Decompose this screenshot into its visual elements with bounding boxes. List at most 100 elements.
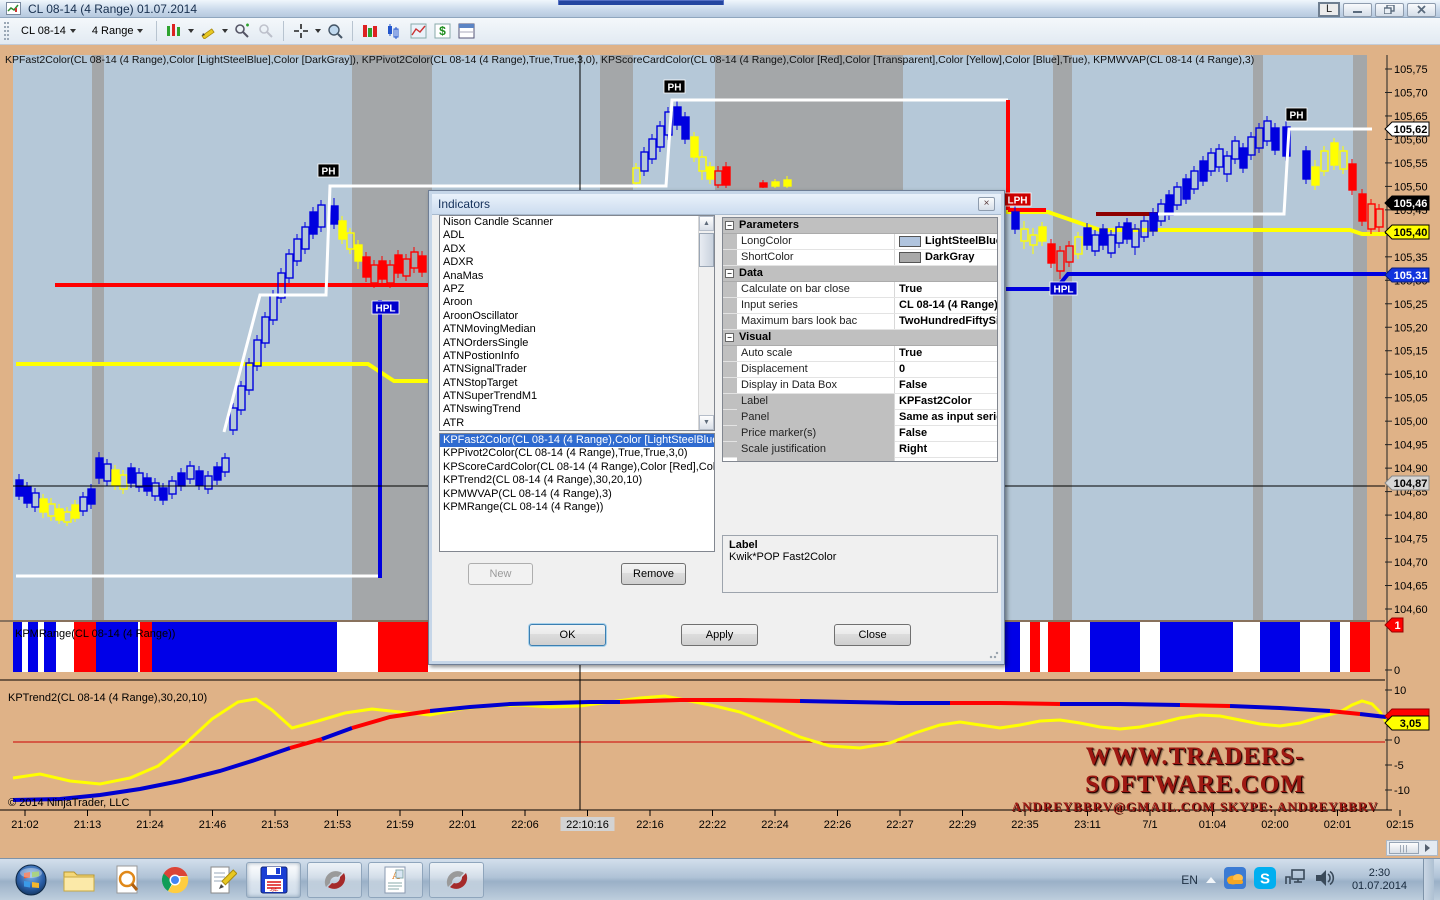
property-value[interactable]: 0 [895,362,997,377]
property-value[interactable]: True [895,346,997,361]
collapse-icon[interactable]: − [725,333,734,342]
available-indicator-item[interactable]: ATR [440,417,714,430]
search-icon[interactable] [110,863,144,897]
scrollbar-thumb[interactable] [699,233,714,267]
explorer-icon[interactable] [62,863,96,897]
close-window-button[interactable] [1407,3,1436,17]
available-indicator-item[interactable]: ATNswingTrend [440,403,714,416]
resize-grip[interactable] [989,649,999,659]
l-button[interactable]: L [1318,2,1340,17]
candles-icon[interactable] [384,21,404,41]
available-indicator-item[interactable]: ADXR [440,256,714,269]
language-indicator[interactable]: EN [1181,873,1198,887]
available-indicator-item[interactable]: AnaMas [440,270,714,283]
property-row[interactable]: LabelKPFast2Color [723,394,997,410]
pencil-icon[interactable] [198,21,218,41]
horizontal-scrollbar[interactable]: ||| [1386,840,1438,856]
dollar-icon[interactable]: $ [432,21,452,41]
property-value[interactable]: DarkGray [895,250,997,265]
property-row[interactable]: Maximum bars look bacTwoHundredFiftySix [723,314,997,330]
crosshair-icon[interactable] [291,21,311,41]
restore-button[interactable] [1375,3,1404,17]
window-titlebar[interactable]: CL 08-14 (4 Range) 01.07.2014 L [0,0,1440,18]
remove-button[interactable]: Remove [621,563,686,585]
available-indicator-item[interactable]: ATNPostionInfo [440,350,714,363]
selected-indicator-item[interactable]: KPFast2Color(CL 08-14 (4 Range),Color [L… [440,434,714,447]
scroll-up-icon[interactable]: ▲ [699,216,714,231]
property-row[interactable]: Scale justificationRight [723,442,997,458]
dialog-close-button[interactable]: × [978,197,995,211]
property-row[interactable]: Auto scaleTrue [723,346,997,362]
property-row[interactable]: PanelSame as input series [723,410,997,426]
close-button[interactable]: Close [834,624,911,646]
available-indicator-item[interactable]: ATNStopTarget [440,377,714,390]
scrollbar-thumb[interactable]: ||| [1389,842,1419,854]
dialog-titlebar[interactable]: Indicators × [432,194,1001,215]
collapse-icon[interactable]: − [725,269,734,278]
scorecard-icon[interactable] [360,21,380,41]
available-indicator-item[interactable]: ATNSignalTrader [440,363,714,376]
property-value[interactable]: False [895,378,997,393]
indicator-available-list[interactable]: Nison Candle ScannerADLADXADXRAnaMasAPZA… [439,215,715,431]
property-grid[interactable]: −ParametersLongColorLightSteelBlueShortC… [722,217,998,462]
region-icon[interactable] [408,21,428,41]
available-indicator-item[interactable]: ATNMovingMedian [440,323,714,336]
property-row[interactable]: Calculate on bar closeTrue [723,282,997,298]
background-window-tab[interactable] [558,0,724,5]
available-indicator-item[interactable]: Nison Candle Scanner [440,216,714,229]
property-category[interactable]: −Data [723,266,997,282]
chart-area[interactable]: PHPHPHLPHHPLHPL105,75105,70105,65105,601… [0,45,1440,858]
chevron-down-icon[interactable] [222,29,228,33]
selected-indicator-item[interactable]: KPMRange(CL 08-14 (4 Range)) [440,501,714,514]
available-indicator-item[interactable]: APZ [440,283,714,296]
available-list-scrollbar[interactable]: ▲ ▼ [698,216,714,430]
instrument-dropdown[interactable]: CL 08-14 [15,22,82,40]
scroll-right-icon[interactable] [1425,844,1430,852]
panel-icon[interactable] [456,21,476,41]
property-category[interactable]: −Visual [723,330,997,346]
selected-indicator-item[interactable]: KPMWVAP(CL 08-14 (4 Range),3) [440,488,714,501]
network-icon[interactable] [1284,868,1306,891]
chevron-down-icon[interactable] [188,29,194,33]
property-row[interactable]: Displacement0 [723,362,997,378]
chevron-down-icon[interactable] [315,29,321,33]
available-indicator-item[interactable]: ATNSuperTrendM1 [440,390,714,403]
available-indicator-item[interactable]: ATNOrdersSingle [440,337,714,350]
hidden-icons-arrow-icon[interactable] [1206,877,1216,883]
clock[interactable]: 2:30 01.07.2014 [1344,867,1415,893]
scroll-down-icon[interactable]: ▼ [699,415,714,430]
taskbar-app-ninjatrader[interactable] [307,862,362,898]
chart-style-icon[interactable] [164,21,184,41]
indicator-selected-list[interactable]: KPFast2Color(CL 08-14 (4 Range),Color [L… [439,433,715,552]
property-value[interactable]: LightSteelBlue [895,234,997,249]
available-indicator-item[interactable]: AroonOscillator [440,310,714,323]
skype-icon[interactable]: S [1254,867,1276,892]
apply-button[interactable]: Apply [681,624,758,646]
available-indicator-item[interactable]: Aroon [440,296,714,309]
property-row[interactable]: ShortColorDarkGray [723,250,997,266]
property-row[interactable]: Input seriesCL 08-14 (4 Range) [723,298,997,314]
taskbar-app-floppy[interactable]: -64- [246,862,301,898]
new-button[interactable]: New [468,563,533,585]
zoom-in-icon[interactable] [232,21,252,41]
start-button[interactable] [14,863,48,897]
ok-button[interactable]: OK [529,624,606,646]
cloud-icon[interactable] [1224,867,1246,892]
zoom-window-icon[interactable] [325,21,345,41]
available-indicator-item[interactable]: ADL [440,229,714,242]
chrome-icon[interactable] [158,863,192,897]
property-value[interactable]: True [895,282,997,297]
period-dropdown[interactable]: 4 Range [86,22,150,40]
notepad-icon[interactable] [206,863,240,897]
show-desktop-button[interactable] [1423,859,1434,900]
taskbar-app-ninjatrader2[interactable] [429,862,484,898]
volume-icon[interactable] [1314,868,1336,891]
property-value[interactable]: CL 08-14 (4 Range) [895,298,997,313]
property-row[interactable]: Price marker(s)False [723,426,997,442]
property-value[interactable]: TwoHundredFiftySix [895,314,997,329]
minimize-button[interactable] [1343,3,1372,17]
property-value[interactable]: KPFast2Color [895,394,997,409]
available-indicator-item[interactable]: ADX [440,243,714,256]
property-row[interactable]: LongColorLightSteelBlue [723,234,997,250]
zoom-out-icon[interactable] [256,21,276,41]
